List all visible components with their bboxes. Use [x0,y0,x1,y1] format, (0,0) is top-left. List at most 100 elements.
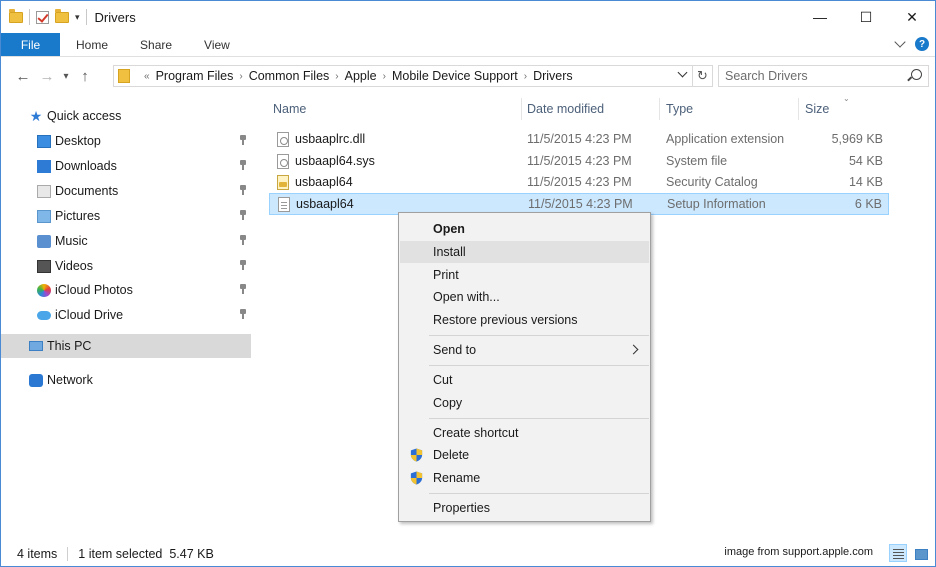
help-icon[interactable]: ? [915,37,929,51]
menu-item-send-to[interactable]: Send to [400,339,649,361]
file-size: 6 KB [854,197,882,211]
sidebar-item-downloads[interactable]: Downloads [1,154,251,178]
menu-item-open-with[interactable]: Open with... [400,286,649,308]
breadcrumb-separator[interactable]: › [524,71,527,82]
file-size: 14 KB [848,175,883,189]
back-button[interactable]: ← [11,68,35,85]
file-date: 11/5/2015 4:23 PM [527,154,632,168]
sidebar-item-this-pc[interactable]: This PC [1,334,251,358]
pin-icon[interactable] [239,309,247,319]
menu-item-restore-previous-versions[interactable]: Restore previous versions [400,309,649,331]
sidebar-item-desktop[interactable]: Desktop [1,129,251,153]
music-icon [37,234,51,248]
breadcrumb-program-files[interactable]: Program Files [156,69,234,83]
image-credit: image from support.apple.com [724,546,873,558]
minimize-button[interactable]: — [797,1,843,33]
maximize-button[interactable]: ☐ [843,1,889,33]
column-divider[interactable] [659,98,660,120]
sort-chevron-down-icon: ⌄ [843,94,850,103]
breadcrumb-common-files[interactable]: Common Files [249,69,330,83]
menu-item-delete[interactable]: Delete [400,444,649,466]
column-header-type[interactable]: Type [662,96,798,122]
file-row[interactable]: usbaapl64 11/5/2015 4:23 PM Security Cat… [269,172,889,194]
documents-icon [37,184,51,198]
details-view-icon[interactable] [889,544,907,562]
breadcrumb-mobile-device-support[interactable]: Mobile Device Support [392,69,518,83]
properties-check-icon[interactable] [36,10,49,24]
breadcrumb-separator[interactable]: › [239,71,242,82]
expand-ribbon-chevron-down-icon[interactable] [893,37,907,51]
tab-home[interactable]: Home [60,33,124,56]
breadcrumb-separator[interactable]: › [383,71,386,82]
dll-file-icon [277,132,289,147]
breadcrumb-overflow[interactable]: « [144,71,150,82]
sidebar-item-videos[interactable]: Videos [1,254,251,278]
sidebar-item-icloud-photos[interactable]: iCloud Photos [1,278,251,302]
file-date: 11/5/2015 4:23 PM [527,175,632,189]
recent-locations-dropdown[interactable]: ▾ [59,71,73,82]
item-count: 4 items [17,546,58,561]
menu-separator [429,365,649,366]
pin-icon[interactable] [239,260,247,270]
menu-item-copy[interactable]: Copy [400,392,649,414]
search-icon[interactable] [911,69,922,80]
file-date: 11/5/2015 4:23 PM [528,197,633,211]
downloads-icon [37,159,51,173]
ribbon-tabs: File Home Share View ? [1,33,935,57]
column-divider[interactable] [521,98,522,120]
sidebar-item-network[interactable]: Network [1,368,251,392]
search-box[interactable] [718,65,929,87]
pin-icon[interactable] [239,135,247,145]
sidebar-item-label: Network [47,373,93,387]
search-input[interactable] [725,69,905,83]
menu-separator [429,335,649,336]
sidebar-item-icloud-drive[interactable]: iCloud Drive [1,303,251,327]
menu-item-rename[interactable]: Rename [400,467,649,489]
sidebar-item-pictures[interactable]: Pictures [1,204,251,228]
breadcrumb-separator[interactable]: › [335,71,338,82]
menu-item-print[interactable]: Print [400,264,649,286]
sidebar-item-quick-access[interactable]: ★ Quick access [1,104,251,128]
menu-item-properties[interactable]: Properties [400,497,649,519]
file-row[interactable]: usbaaplrc.dll 11/5/2015 4:23 PM Applicat… [269,129,889,151]
pin-icon[interactable] [239,235,247,245]
menu-item-install[interactable]: Install [400,241,649,263]
breadcrumb: « Program Files › Common Files › Apple ›… [138,69,573,83]
file-name: usbaapl64 [296,197,354,211]
large-icons-view-icon[interactable] [911,544,929,562]
file-size: 5,969 KB [831,132,883,146]
address-history-chevron-down-icon[interactable] [678,70,688,80]
pin-icon[interactable] [239,284,247,294]
column-header-name[interactable]: Name [269,96,521,122]
refresh-button[interactable]: ↻ [692,66,712,86]
customize-toolbar-dropdown-icon[interactable]: ▾ [75,12,80,23]
tab-share[interactable]: Share [124,33,188,56]
quick-access-toolbar: ▾ [1,8,87,25]
file-type: System file [666,154,728,168]
column-divider[interactable] [798,98,799,120]
tab-view[interactable]: View [188,33,246,56]
sidebar-item-music[interactable]: Music [1,229,251,253]
column-header-date-modified[interactable]: Date modified [523,96,659,122]
forward-button[interactable]: → [35,68,59,85]
tab-file[interactable]: File [1,33,60,56]
pin-icon[interactable] [239,160,247,170]
breadcrumb-apple[interactable]: Apple [345,69,377,83]
file-row[interactable]: usbaapl64.sys 11/5/2015 4:23 PM System f… [269,151,889,173]
sidebar-item-documents[interactable]: Documents [1,179,251,203]
sidebar-item-label: This PC [47,339,92,353]
pin-icon[interactable] [239,185,247,195]
navigation-pane: ★ Quick access Desktop Downloads Documen… [1,96,261,541]
breadcrumb-drivers[interactable]: Drivers [533,69,573,83]
up-button[interactable]: ↑ [73,68,97,85]
menu-item-create-shortcut[interactable]: Create shortcut [400,422,649,444]
menu-item-cut[interactable]: Cut [400,369,649,391]
close-button[interactable]: ✕ [889,1,935,33]
folder-icon[interactable] [9,8,23,23]
pin-icon[interactable] [239,210,247,220]
new-folder-icon[interactable] [55,8,69,23]
menu-item-open[interactable]: Open [400,218,649,240]
uac-shield-icon [410,471,423,485]
address-bar[interactable]: « Program Files › Common Files › Apple ›… [113,65,713,87]
file-name: usbaaplrc.dll [295,132,366,146]
